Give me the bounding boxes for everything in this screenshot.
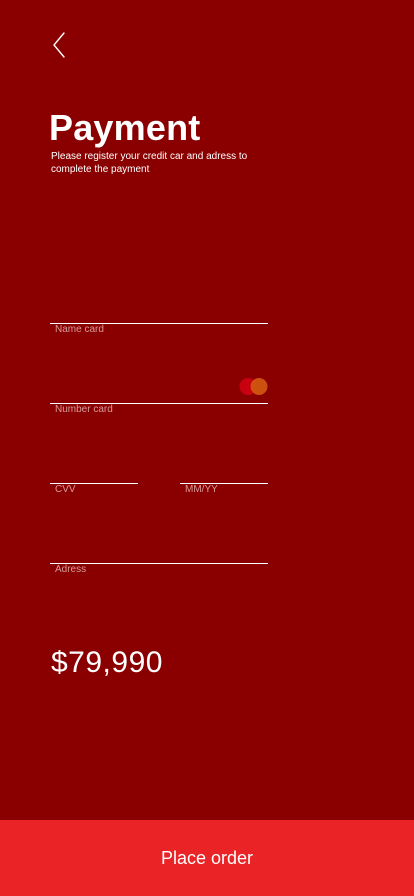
place-order-button[interactable]: Place order (0, 820, 414, 896)
cvv-label: CVV (55, 484, 76, 495)
expiry-input[interactable] (180, 466, 268, 481)
address-input[interactable] (50, 546, 268, 561)
number-card-field[interactable] (50, 383, 268, 404)
name-card-input[interactable] (50, 306, 268, 321)
payment-screen: Payment Please register your credit car … (0, 0, 414, 896)
cvv-field[interactable] (50, 463, 138, 484)
back-button[interactable] (44, 28, 74, 62)
total-price: $79,990 (51, 646, 163, 679)
address-label: Adress (55, 564, 87, 575)
mastercard-icon (239, 378, 268, 395)
name-card-label: Name card (55, 324, 104, 335)
number-card-input[interactable] (50, 386, 230, 401)
page-subtitle: Please register your credit car and adre… (51, 151, 248, 175)
number-card-label: Number card (55, 404, 113, 415)
name-card-field[interactable] (50, 303, 268, 324)
cvv-input[interactable] (50, 466, 138, 481)
expiry-label: MM/YY (185, 484, 218, 495)
address-field[interactable] (50, 543, 268, 564)
chevron-left-icon (53, 32, 65, 58)
expiry-field[interactable] (180, 463, 268, 484)
page-title: Payment (49, 107, 201, 148)
